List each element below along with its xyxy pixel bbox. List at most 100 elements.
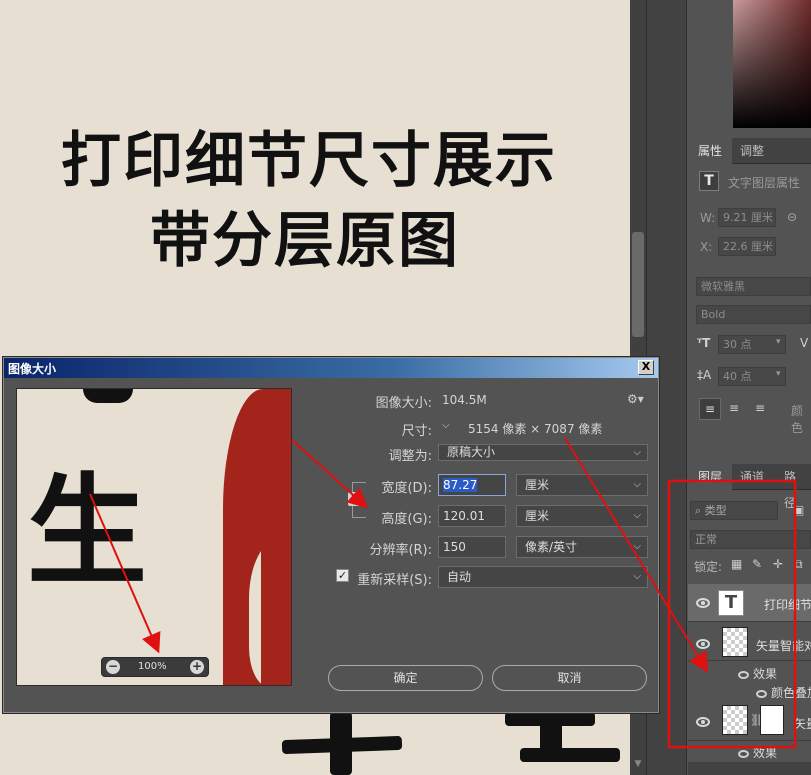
layer-name[interactable]: 矢量智能对象 bbox=[756, 637, 811, 654]
dialog-title: 图像大小 bbox=[8, 362, 57, 376]
leading-icon: ‡A bbox=[697, 368, 712, 382]
filter-kind-label: 类型 bbox=[704, 504, 727, 517]
align-center-icon[interactable]: ≡ bbox=[729, 401, 739, 415]
close-button[interactable]: X bbox=[638, 360, 654, 375]
blend-mode-select[interactable]: 正常 bbox=[690, 530, 811, 549]
height-unit-select[interactable]: 厘米 ⌵ bbox=[516, 505, 648, 527]
layer-row[interactable]: 矢量智能对象 bbox=[688, 623, 811, 661]
effects-label: 效果 bbox=[753, 746, 778, 760]
ok-button[interactable]: 确定 bbox=[328, 665, 483, 691]
layer-name[interactable]: 矢量 bbox=[794, 715, 811, 732]
effects-row[interactable]: 效果 bbox=[738, 744, 777, 761]
x-field[interactable]: 22.6 厘米 bbox=[718, 237, 776, 256]
chevron-down-icon: ⌵ bbox=[633, 510, 641, 521]
dialog-titlebar[interactable]: 图像大小 X bbox=[4, 358, 658, 378]
font-style-select[interactable]: Bold bbox=[696, 305, 811, 324]
resample-checkbox[interactable]: ✓ bbox=[336, 569, 349, 582]
preview-character: 生 bbox=[27, 463, 147, 602]
width-value: 87.27 bbox=[443, 478, 478, 492]
lock-transparency-icon[interactable]: ▦ bbox=[731, 557, 742, 571]
tab-adjustments[interactable]: 调整 bbox=[730, 138, 774, 164]
effects-row[interactable]: 效果 bbox=[738, 665, 777, 682]
width-unit: 厘米 bbox=[525, 478, 550, 492]
layer-filter-select[interactable]: ⌕ 类型 bbox=[690, 501, 778, 520]
chevron-down-icon: ⌵ bbox=[633, 571, 641, 582]
cancel-button[interactable]: 取消 bbox=[492, 665, 647, 691]
layers-tabbar: 图层 通道 路径 bbox=[688, 464, 811, 510]
height-label: 高度(G): bbox=[381, 512, 432, 527]
resolution-unit-select[interactable]: 像素/英寸 ⌵ bbox=[516, 536, 648, 558]
tab-channels[interactable]: 通道 bbox=[730, 464, 774, 490]
lock-paint-icon[interactable]: ✎ bbox=[752, 557, 762, 571]
color-label: 颜色 bbox=[791, 404, 804, 435]
scroll-down-icon[interactable]: ▼ bbox=[633, 759, 643, 769]
fit-to-value: 原稿大小 bbox=[447, 445, 496, 459]
link-icon[interactable]: ⊝ bbox=[787, 210, 797, 224]
image-preview[interactable]: 生 − 100% + bbox=[16, 388, 292, 686]
effect-label: 颜色叠加 bbox=[771, 686, 811, 700]
dimensions-label: 尺寸: bbox=[401, 424, 432, 439]
visibility-eye-icon[interactable] bbox=[696, 598, 710, 608]
height-input[interactable]: 120.01 bbox=[438, 505, 506, 527]
preview-zoom-bar: − 100% + bbox=[101, 657, 209, 677]
x-label: X: bbox=[700, 240, 713, 254]
chevron-down-icon: ▾ bbox=[776, 369, 781, 379]
gear-icon[interactable]: ⚙▾ bbox=[627, 392, 644, 406]
zoom-in-icon[interactable]: + bbox=[190, 660, 204, 674]
lock-position-icon[interactable]: ✛ bbox=[773, 557, 783, 571]
zoom-out-icon[interactable]: − bbox=[106, 660, 120, 674]
align-right-icon[interactable]: ≡ bbox=[755, 401, 765, 415]
image-size-dialog: 图像大小 X 生 − 100% + 图像大小: 104.5M ⚙▾ 尺寸: ⌵ … bbox=[3, 357, 659, 713]
image-size-value: 104.5M bbox=[442, 393, 487, 407]
color-picker-field[interactable] bbox=[733, 0, 811, 128]
text-layer-thumb-icon: T bbox=[718, 590, 744, 616]
tab-layers[interactable]: 图层 bbox=[688, 464, 733, 490]
image-filter-icon[interactable]: ▣ bbox=[793, 503, 804, 517]
font-size-icon: ᵀT bbox=[697, 336, 711, 350]
properties-tabbar: 属性 调整 bbox=[688, 138, 811, 164]
chevron-down-icon[interactable]: ⌵ bbox=[442, 420, 450, 431]
scrollbar-thumb[interactable] bbox=[632, 232, 644, 337]
text-layer-icon: T bbox=[699, 171, 719, 191]
canvas-title-line2: 带分层原图 bbox=[150, 206, 460, 276]
tab-properties[interactable]: 属性 bbox=[688, 138, 733, 164]
layers-footer bbox=[688, 762, 811, 775]
effect-row[interactable]: 颜色叠加 bbox=[756, 684, 811, 701]
align-left-icon[interactable]: ≡ bbox=[699, 398, 721, 420]
font-family-select[interactable]: 微软雅黑 bbox=[696, 277, 811, 296]
height-unit: 厘米 bbox=[525, 509, 550, 523]
tab-paths[interactable]: 路径 bbox=[774, 464, 811, 510]
layer-mask-thumb[interactable] bbox=[760, 705, 784, 735]
effects-label: 效果 bbox=[753, 667, 778, 681]
width-unit-select[interactable]: 厘米 ⌵ bbox=[516, 474, 648, 496]
chevron-down-icon: ⌵ bbox=[633, 541, 641, 552]
canvas-title-line1: 打印细节尺寸展示 bbox=[61, 126, 557, 196]
chevron-down-icon: ▾ bbox=[776, 337, 781, 347]
resolution-input[interactable]: 150 bbox=[438, 536, 506, 558]
calligraphy-stroke bbox=[520, 748, 620, 762]
layer-row[interactable]: T 打印细节 bbox=[688, 584, 811, 622]
w-label: W: bbox=[700, 211, 716, 225]
layer-name[interactable]: 打印细节 bbox=[764, 596, 811, 613]
resolution-label: 分辨率(R): bbox=[369, 543, 432, 558]
visibility-eye-icon[interactable] bbox=[738, 670, 749, 679]
image-size-label: 图像大小: bbox=[375, 396, 432, 411]
resample-select[interactable]: 自动 ⌵ bbox=[438, 566, 648, 588]
visibility-eye-icon[interactable] bbox=[696, 639, 710, 649]
calligraphy-stroke bbox=[330, 712, 352, 775]
fit-to-label: 调整为: bbox=[388, 449, 432, 464]
width-input[interactable]: 87.27 bbox=[438, 474, 506, 496]
w-field[interactable]: 9.21 厘米 bbox=[718, 208, 776, 227]
preview-red-shape bbox=[261, 539, 291, 685]
search-icon: ⌕ bbox=[695, 504, 705, 517]
visibility-eye-icon[interactable] bbox=[738, 749, 749, 758]
lock-artboard-icon[interactable]: ⧉ bbox=[794, 557, 803, 572]
preview-stroke bbox=[83, 389, 133, 403]
visibility-eye-icon[interactable] bbox=[696, 717, 710, 727]
layer-row[interactable]: ⛓ 矢量 bbox=[688, 701, 811, 741]
resample-label: 重新采样(S): bbox=[357, 573, 432, 588]
dimensions-value: 5154 像素 × 7087 像素 bbox=[468, 422, 603, 436]
lock-label: 锁定: bbox=[694, 560, 723, 574]
fit-to-select[interactable]: 原稿大小 ⌵ bbox=[438, 444, 648, 461]
visibility-eye-icon[interactable] bbox=[756, 689, 767, 698]
